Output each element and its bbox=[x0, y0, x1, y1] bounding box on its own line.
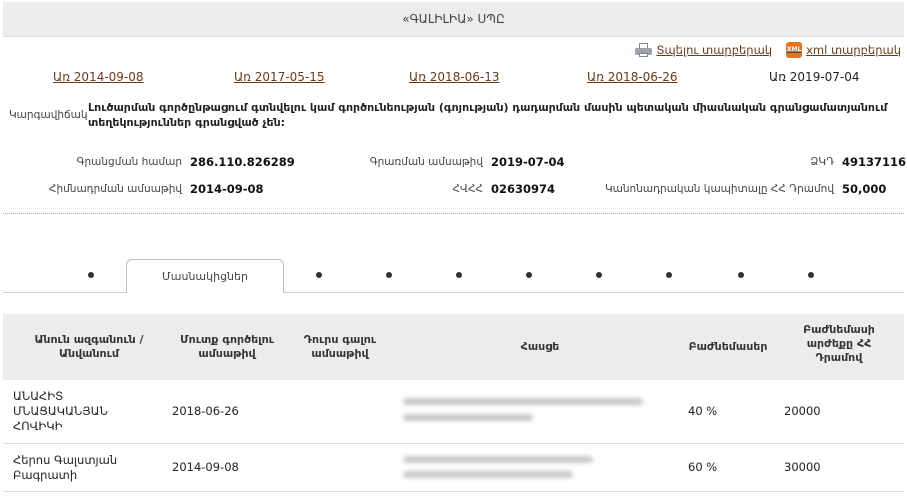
tab-dot-1[interactable] bbox=[88, 272, 94, 278]
tab-participants[interactable]: Մասնակիցներ bbox=[126, 259, 284, 293]
section-divider bbox=[3, 213, 904, 214]
reg-number-value: 286.110.826289 bbox=[190, 155, 295, 169]
date-link-3[interactable]: Առ 2018-06-13 bbox=[409, 70, 500, 84]
founding-date-value: 2014-09-08 bbox=[190, 182, 264, 196]
tab-dot-9[interactable] bbox=[808, 272, 814, 278]
tab-dot-8[interactable] bbox=[738, 272, 744, 278]
th-share-value: Բաժնեմասի արժեքը ՀՀ Դրամով bbox=[803, 323, 875, 364]
record-date-value: 2019-07-04 bbox=[491, 155, 565, 169]
cell-entry-date: 2018-06-26 bbox=[172, 404, 239, 418]
action-links: Տպելու տարբերակ XML xml տարբերակ bbox=[635, 42, 901, 58]
date-current: Առ 2019-07-04 bbox=[769, 70, 860, 84]
history-dates: Առ 2014-09-08 Առ 2017-05-15 Առ 2018-06-1… bbox=[0, 70, 907, 86]
hvhh-label: ՀՎՀՀ bbox=[452, 183, 483, 195]
status-text: Լուծարման գործընթացում գտնվելու կամ գործ… bbox=[88, 101, 888, 129]
tab-dot-4[interactable] bbox=[456, 272, 462, 278]
table-row: Հերոս Գալստյան Բագրատի 2014-09-08 60 % 3… bbox=[3, 444, 904, 492]
participants-table-header: Անուն ազգանուն / Անվանում Մուտք գործելու… bbox=[3, 314, 904, 380]
xml-file-icon: XML bbox=[786, 42, 803, 58]
cell-name: Հերոս Գալստյան Բագրատի bbox=[13, 453, 118, 482]
tab-dot-5[interactable] bbox=[526, 272, 532, 278]
printer-icon bbox=[635, 43, 653, 57]
capital-value: 50,000 bbox=[842, 182, 887, 196]
zkd-value: 49137116 bbox=[842, 155, 907, 169]
zkd-label: ՁԿԴ bbox=[810, 156, 834, 168]
print-version-link[interactable]: Տպելու տարբերակ bbox=[635, 43, 772, 57]
cell-share: 60 % bbox=[688, 460, 718, 474]
tab-dot-7[interactable] bbox=[666, 272, 672, 278]
date-link-2[interactable]: Առ 2017-05-15 bbox=[234, 70, 325, 84]
print-version-label: Տպելու տարբերակ bbox=[656, 43, 773, 57]
cell-name: ԱՆԱՀԻՏ ՄՆԱՑԱԿԱՆՅԱՆ ՀՈՎԻԿԻ bbox=[13, 389, 108, 433]
reg-number-label: Գրանցման համար bbox=[76, 156, 182, 168]
th-name: Անուն ազգանուն / Անվանում bbox=[34, 333, 144, 360]
th-share: Բաժնեմասեր bbox=[688, 340, 768, 353]
xml-version-link[interactable]: XML xml տարբերակ bbox=[786, 42, 901, 58]
date-link-1[interactable]: Առ 2014-09-08 bbox=[53, 70, 144, 84]
th-entry-date: Մուտք գործելու ամսաթիվ bbox=[180, 333, 274, 360]
cell-entry-date: 2014-09-08 bbox=[172, 460, 239, 474]
date-link-4[interactable]: Առ 2018-06-26 bbox=[587, 70, 678, 84]
cell-share-value: 20000 bbox=[784, 404, 821, 418]
tab-dot-6[interactable] bbox=[596, 272, 602, 278]
founding-date-label: Հիմնադրման ամսաթիվ bbox=[48, 183, 182, 195]
status-label: Կարգավիճակ bbox=[9, 109, 88, 121]
cell-share: 40 % bbox=[688, 404, 718, 418]
hvhh-value: 02630974 bbox=[491, 182, 556, 196]
th-exit-date: Դուրս գալու ամսաթիվ bbox=[303, 333, 377, 360]
cell-share-value: 30000 bbox=[784, 460, 821, 474]
capital-label: Կանոնադրական կապիտալը ՀՀ Դրամով bbox=[604, 183, 834, 195]
page-title: «ԳԱԼԻԼԻԱ» ՍՊԸ bbox=[3, 2, 904, 37]
tab-dot-2[interactable] bbox=[316, 272, 322, 278]
tab-dot-3[interactable] bbox=[386, 272, 392, 278]
record-date-label: Գրառման ամսաթիվ bbox=[369, 156, 483, 168]
th-address: Հասցե bbox=[520, 340, 560, 353]
xml-version-label: xml տարբերակ bbox=[806, 43, 901, 57]
table-row: ԱՆԱՀԻՏ ՄՆԱՑԱԿԱՆՅԱՆ ՀՈՎԻԿԻ 2018-06-26 40 … bbox=[3, 380, 904, 444]
